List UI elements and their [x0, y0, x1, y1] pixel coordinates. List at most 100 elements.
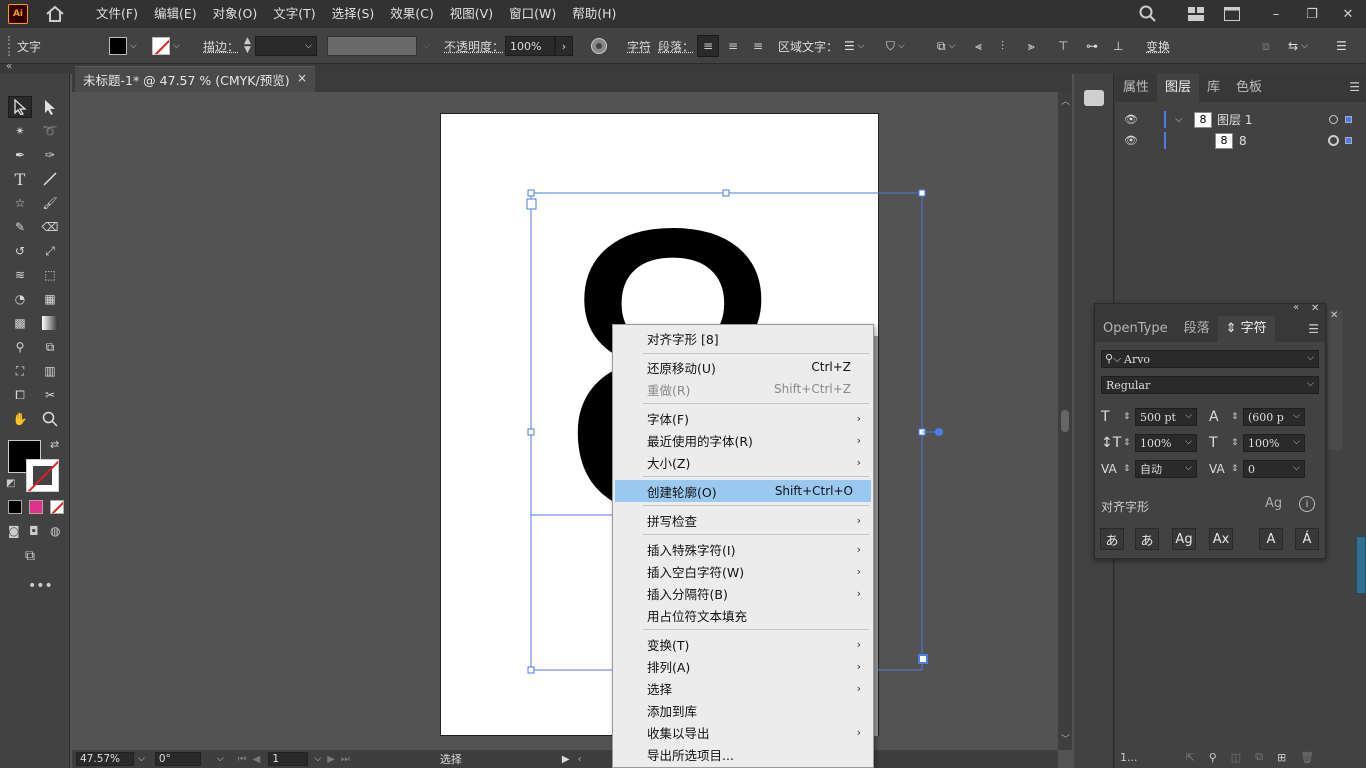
locate-object-icon[interactable]: ⚲	[1209, 751, 1217, 764]
type-tool-icon[interactable]: T	[8, 168, 32, 190]
first-artboard-icon[interactable]: ⏮	[238, 754, 247, 765]
menu-item-select[interactable]: 选择 ›	[615, 677, 871, 699]
menu-file[interactable]: 文件(F)	[88, 0, 146, 28]
pen-tool-icon[interactable]: ✒	[8, 144, 32, 166]
align-left-edges-icon[interactable]: ⫷	[975, 28, 982, 64]
character-panel-menu-icon[interactable]: ☰	[1308, 322, 1319, 336]
style-field[interactable]: ⌵	[327, 28, 430, 64]
align-center-button[interactable]: ≡	[722, 28, 744, 64]
menu-item-create-outlines[interactable]: 创建轮廓(O) Shift+Ctrl+O	[615, 480, 871, 502]
menu-edit[interactable]: 编辑(E)	[146, 0, 205, 28]
align-right-button[interactable]: ≡	[747, 28, 769, 64]
tab-paragraph[interactable]: 段落	[1176, 316, 1218, 342]
color-mode-icon[interactable]	[8, 500, 22, 514]
warp-tool-icon[interactable]: ≋	[8, 264, 32, 286]
layer-target-icon[interactable]	[1329, 115, 1338, 124]
transform-label[interactable]: 变换	[1146, 28, 1170, 64]
prev-artboard-icon[interactable]: ◀	[253, 754, 261, 765]
menu-item-undo-move[interactable]: 还原移动(U) Ctrl+Z	[615, 356, 871, 378]
draw-inside-icon[interactable]: ◍	[50, 524, 60, 538]
arrange-documents-icon[interactable]	[1222, 4, 1242, 24]
menu-item-recent-fonts[interactable]: 最近使用的字体(R) ›	[615, 429, 871, 451]
workspace-switcher-icon[interactable]	[1186, 4, 1206, 24]
object-target-icon[interactable]	[1328, 135, 1339, 146]
hscroll-left-icon[interactable]: ‹	[578, 754, 582, 765]
search-icon[interactable]	[1138, 4, 1158, 24]
align-top-icon[interactable]: ⊤	[1058, 28, 1068, 64]
align-bottom-icon[interactable]: ⊥	[1113, 28, 1123, 64]
slice-tool-icon[interactable]: ✂	[38, 384, 62, 406]
home-icon[interactable]	[44, 4, 66, 24]
tab-character[interactable]: ⇕ 字符	[1217, 316, 1275, 342]
menu-item-spell-check[interactable]: 拼写检查 ›	[615, 509, 871, 531]
scroll-up-icon[interactable]: ︿	[1061, 94, 1070, 107]
rotation-dropdown-icon[interactable]: ⌵	[217, 754, 224, 764]
restore-icon[interactable]: ❐	[1302, 4, 1322, 24]
tracking-stepper[interactable]: ⇕	[1231, 464, 1241, 474]
star-tool-icon[interactable]: ☆	[8, 192, 32, 214]
export-icon[interactable]: ⇱	[1186, 751, 1195, 764]
edit-toolbar-icon[interactable]: •••	[28, 578, 53, 594]
layer-row[interactable]: 👁 ⌵ 8 图层 1	[1115, 109, 1366, 130]
menu-item-collect-for-export[interactable]: 收集以导出 ›	[615, 721, 871, 743]
gradient-mode-icon[interactable]	[29, 500, 43, 514]
artboard-dropdown-icon[interactable]: ⌵	[314, 754, 321, 764]
document-tab[interactable]: 未标题-1* @ 47.57 % (CMYK/预览) ×	[75, 66, 315, 92]
close-window-icon[interactable]: ✕	[1338, 4, 1358, 24]
menu-select[interactable]: 选择(S)	[324, 0, 383, 28]
align-glyph-bounds-icon[interactable]: Ag	[1172, 528, 1196, 550]
zoom-field[interactable]: 47.57%	[76, 752, 134, 766]
stroke-weight-stepper[interactable]: ▲ ▼ ⌵	[244, 28, 317, 64]
artboard-tool-icon[interactable]: ⧠	[8, 384, 32, 406]
recolor-icon[interactable]	[590, 28, 608, 64]
layer-selection-indicator[interactable]	[1345, 116, 1352, 123]
edit-mode-icon[interactable]: ⇆ ⌵	[1288, 28, 1308, 64]
layer-name[interactable]: 图层 1	[1217, 111, 1252, 128]
layer-row[interactable]: 👁 8 8	[1115, 130, 1366, 151]
tab-properties[interactable]: 属性	[1115, 74, 1157, 102]
eraser-tool-icon[interactable]: ⌫	[38, 216, 62, 238]
comments-icon[interactable]	[1084, 90, 1104, 106]
close-panel-icon[interactable]: ✕	[1311, 303, 1319, 314]
swap-colors-icon[interactable]: ⇄	[50, 438, 59, 451]
gradient-tool-icon[interactable]	[38, 312, 62, 334]
delete-layer-icon[interactable]: 🗑	[1300, 751, 1314, 764]
rotation-field[interactable]: 0°	[154, 752, 201, 766]
blend-tool-icon[interactable]: ⧉	[38, 336, 62, 358]
vertical-scale-stepper[interactable]: ⇕	[1123, 438, 1133, 448]
menu-window[interactable]: 窗口(W)	[501, 0, 564, 28]
puppet-icon[interactable]: ⛉ ⌵	[886, 28, 905, 64]
opacity-label[interactable]: 不透明度：	[444, 28, 504, 64]
align-angle-guides-icon[interactable]: Á	[1295, 528, 1319, 550]
free-transform-tool-icon[interactable]: ⬚	[38, 264, 62, 286]
font-size-stepper[interactable]: ⇕	[1123, 412, 1133, 422]
column-graph-tool-icon[interactable]: ▥	[38, 360, 62, 382]
align-anchor-point-icon[interactable]: A	[1259, 528, 1283, 550]
collapse-panel-icon[interactable]: «	[1293, 302, 1299, 313]
eyedropper-tool-icon[interactable]: ⚲	[8, 336, 32, 358]
paragraph-label[interactable]: 段落：	[658, 28, 694, 64]
stroke-label[interactable]: 描边：	[203, 28, 239, 64]
object-selection-indicator[interactable]	[1345, 137, 1352, 144]
collapse-left-arrow-icon[interactable]: «	[6, 61, 12, 72]
zoom-tool-icon[interactable]	[38, 408, 62, 430]
shaper-tool-icon[interactable]: ✎	[8, 216, 32, 238]
leading-stepper[interactable]: ⇕	[1231, 412, 1241, 422]
artboard-number-field[interactable]: 1	[268, 752, 309, 766]
font-family-field[interactable]: ⚲⌵ Arvo ⌵	[1101, 350, 1319, 368]
menu-object[interactable]: 对象(O)	[205, 0, 266, 28]
menu-item-transform[interactable]: 变换(T) ›	[615, 633, 871, 655]
screen-mode-icon[interactable]: ⧉	[25, 548, 35, 564]
perspective-grid-tool-icon[interactable]: ▦	[38, 288, 62, 310]
align-v-center-icon[interactable]: ⊶	[1086, 28, 1098, 64]
menu-effect[interactable]: 效果(C)	[382, 0, 441, 28]
scroll-thumb[interactable]	[1061, 410, 1069, 432]
info-icon[interactable]: i	[1299, 496, 1315, 512]
align-right-edges-icon[interactable]: ⫸	[1028, 28, 1035, 64]
visibility-eye-icon[interactable]: 👁	[1124, 113, 1138, 126]
close-tab-icon[interactable]: ×	[297, 71, 307, 85]
tab-swatches[interactable]: 色板	[1228, 74, 1270, 102]
direct-selection-tool-icon[interactable]	[38, 96, 62, 118]
canvas[interactable]: 8	[72, 92, 1058, 750]
align-to-icon[interactable]: ⧉ ⌵	[937, 28, 955, 64]
